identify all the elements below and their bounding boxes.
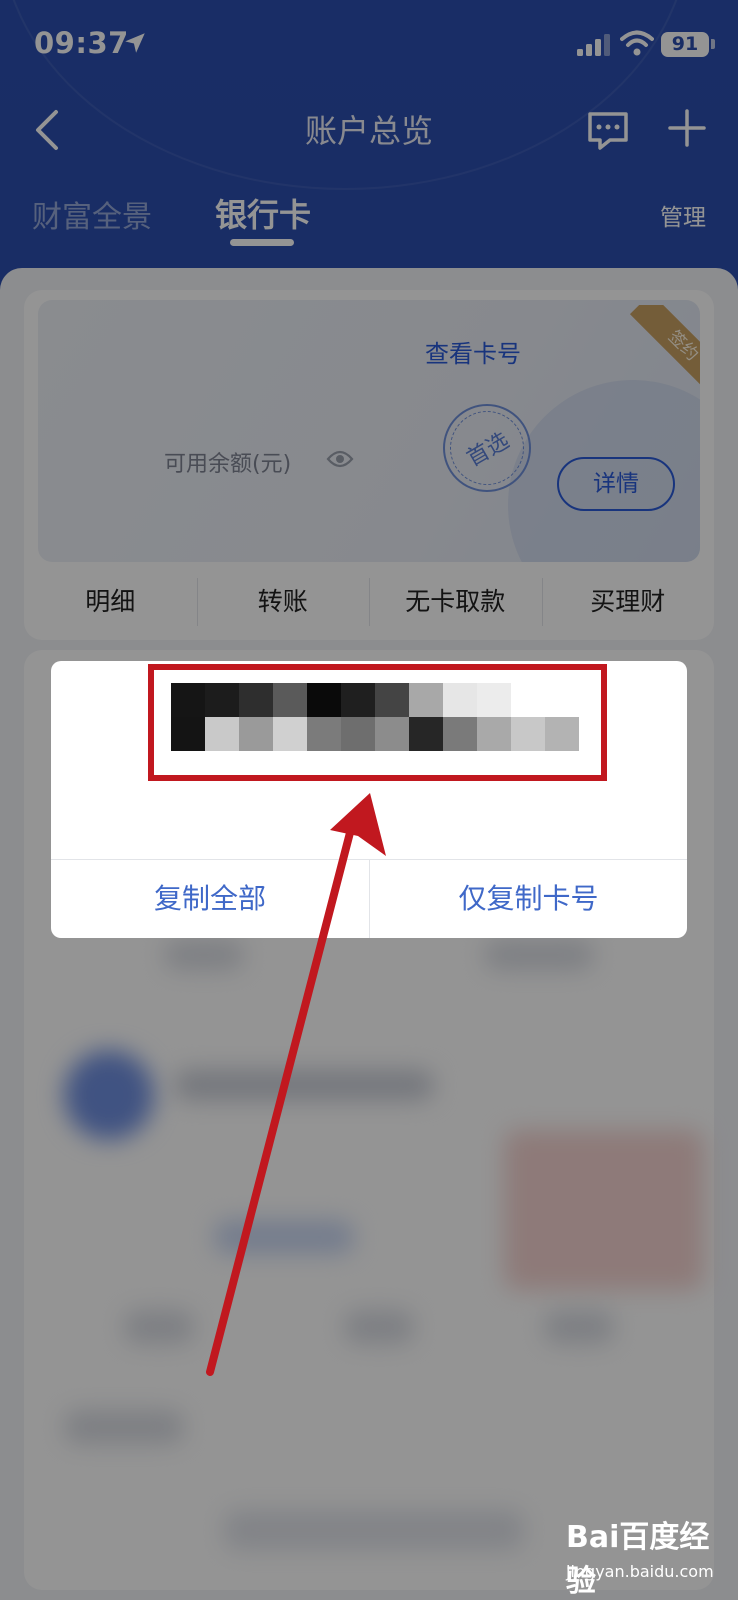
baidu-jingyan-watermark: Bai百度经验 jingyan.baidu.com xyxy=(566,1512,726,1599)
watermark-url: jingyan.baidu.com xyxy=(566,1562,714,1581)
red-highlight-box xyxy=(148,664,607,781)
watermark-logo: Bai百度经验 xyxy=(566,1520,710,1599)
copy-all-button[interactable]: 复制全部 xyxy=(51,860,369,938)
copy-card-number-only-button[interactable]: 仅复制卡号 xyxy=(370,860,687,938)
